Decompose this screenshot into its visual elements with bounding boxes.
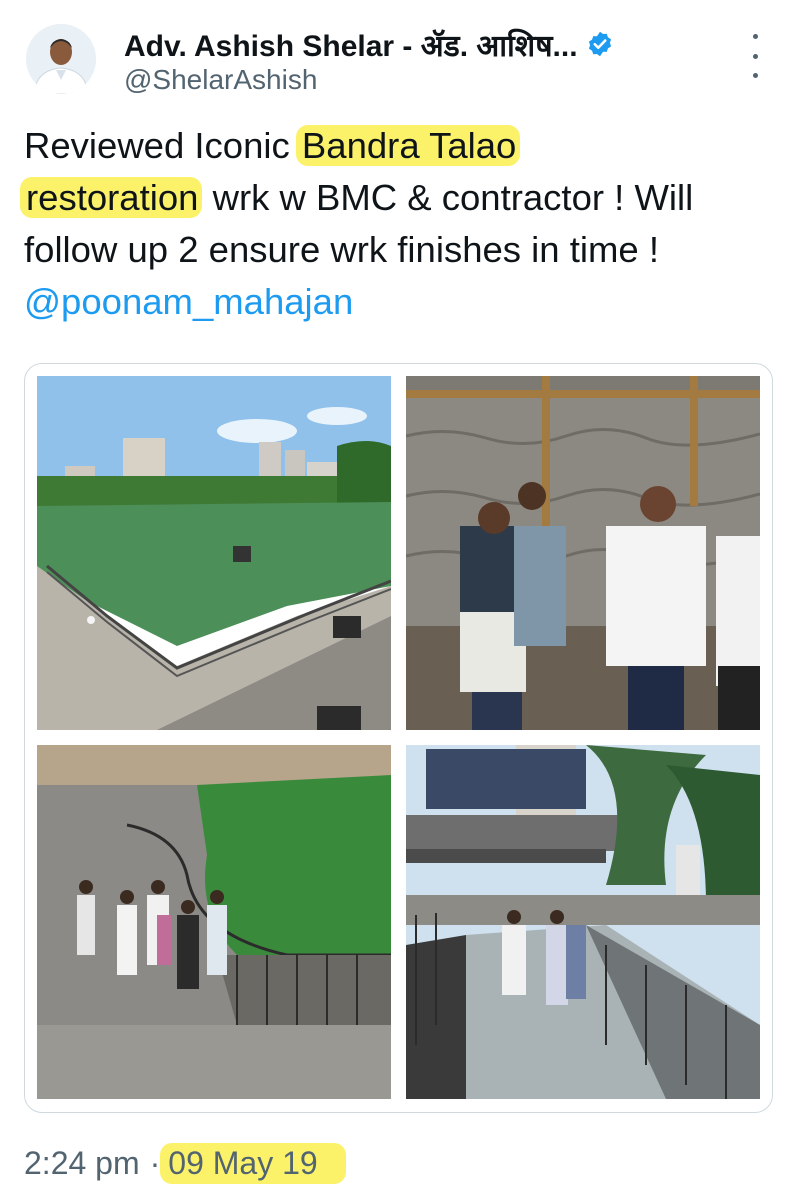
tweet-date: 09 May 19: [160, 1142, 346, 1184]
officials-inspection-photo[interactable]: [406, 376, 760, 730]
tweet-time: 2:24 pm: [24, 1144, 140, 1181]
lake-overview-photo[interactable]: [37, 376, 391, 730]
avatar[interactable]: [26, 24, 96, 94]
lakeside-walk-photo[interactable]: [37, 745, 391, 1099]
mention-link[interactable]: @poonam_mahajan: [24, 281, 353, 322]
author-name-row: Adv. Ashish Shelar - ॲड. आशिष...: [124, 24, 614, 64]
user-avatar: [26, 24, 96, 94]
highlighted-text: Bandra Talao: [295, 125, 521, 166]
skywalk-bridge-photo[interactable]: [406, 745, 760, 1099]
timestamp-separator: ·: [149, 1144, 161, 1181]
author-handle[interactable]: @ShelarAshish: [124, 64, 317, 96]
tweet-text: Reviewed Iconic Bandra Talao restoration …: [20, 120, 764, 328]
tweet-text-segment: Reviewed Iconic: [24, 125, 300, 166]
tweet-timestamp[interactable]: 2:24 pm · 09 May 19: [24, 1140, 346, 1186]
media-grid: [24, 363, 773, 1113]
author-display-name[interactable]: Adv. Ashish Shelar - ॲड. आशिष...: [124, 24, 578, 65]
more-options-icon[interactable]: [742, 34, 768, 78]
verified-badge-icon: [586, 30, 614, 58]
highlighted-text: restoration: [20, 177, 203, 218]
